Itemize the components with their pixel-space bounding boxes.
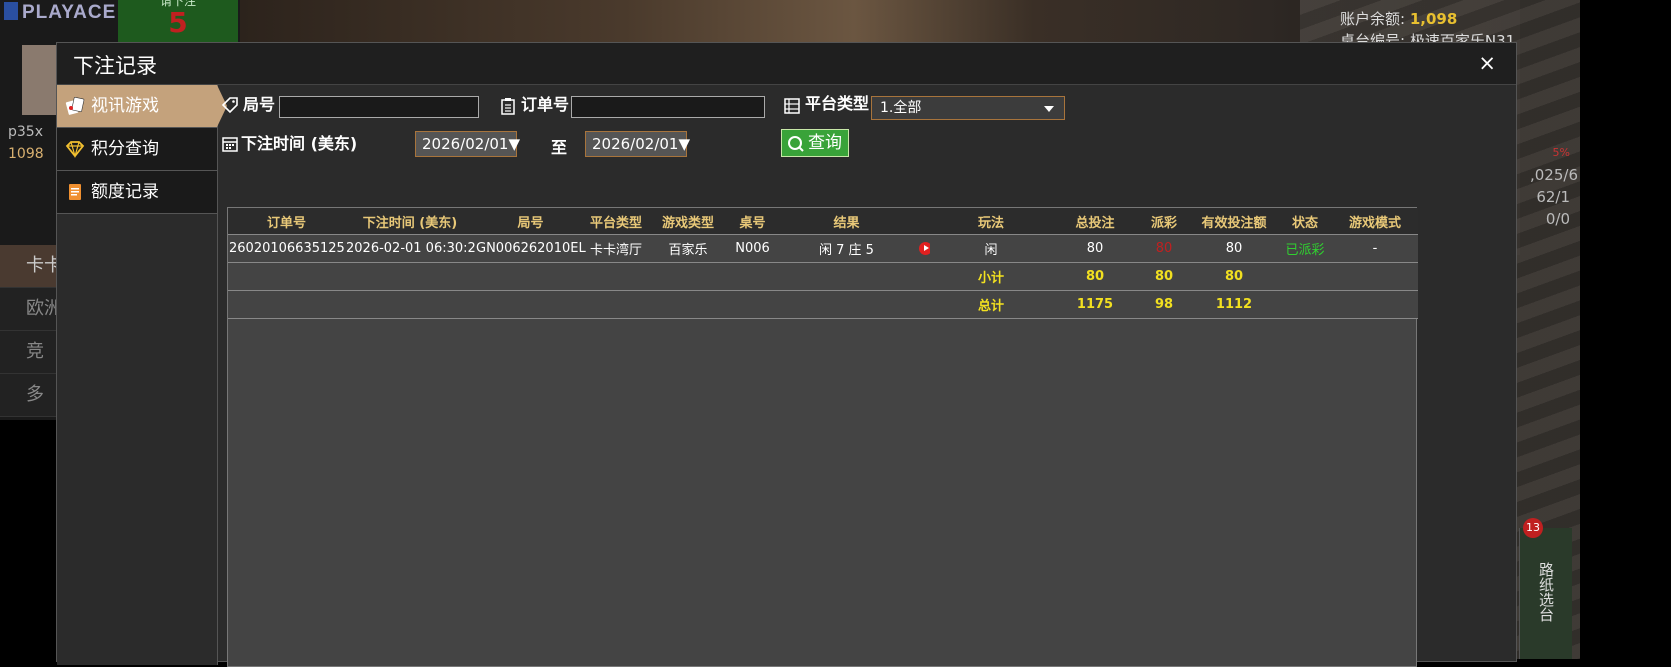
round-label: 局号 bbox=[243, 95, 276, 114]
column-header: 玩法 bbox=[930, 208, 1052, 235]
balance-label: 账户余额: bbox=[1340, 10, 1406, 28]
platform-label: 平台类型 bbox=[805, 94, 870, 113]
to-label: 至 bbox=[551, 138, 568, 157]
subtotal-total-bet: 80 bbox=[1052, 262, 1138, 291]
order-input[interactable] bbox=[571, 96, 765, 118]
order-cell: 260201066351256 bbox=[228, 234, 345, 263]
logo: PLAYACE bbox=[4, 2, 116, 24]
cards-icon bbox=[65, 96, 85, 115]
status-cell: 已派彩 bbox=[1278, 234, 1332, 263]
clipboard-icon bbox=[501, 98, 515, 115]
column-header: 游戏模式 bbox=[1332, 208, 1418, 235]
username: p35x bbox=[8, 124, 43, 140]
modal-sidebar: 视讯游戏 积分查询 额度记录 bbox=[57, 85, 227, 665]
column-header: 局号 bbox=[475, 208, 586, 235]
close-icon[interactable]: × bbox=[1478, 51, 1496, 75]
sidebar-item-label: 积分查询 bbox=[91, 139, 159, 159]
modal-header: 下注记录 × bbox=[57, 43, 1516, 85]
column-header: 有效投注额 bbox=[1190, 208, 1278, 235]
total-valid-bet: 1112 bbox=[1190, 290, 1278, 319]
roadmap-tab-label: 路纸选台 bbox=[1537, 562, 1555, 622]
round-input[interactable] bbox=[279, 96, 479, 118]
column-header bbox=[918, 208, 930, 235]
column-header: 下注时间 (美东) bbox=[345, 208, 475, 235]
total-label: 总计 bbox=[930, 290, 1052, 319]
avatar bbox=[22, 45, 58, 115]
diamond-icon bbox=[65, 141, 85, 159]
table-no-cell: N006 bbox=[730, 234, 775, 263]
payout-cell: 80 bbox=[1138, 234, 1190, 263]
table-row: 260201066351256 2026-02-01 06:30:29 GN00… bbox=[228, 234, 1418, 263]
subtotal-label: 小计 bbox=[930, 262, 1052, 291]
stats-column: 5% ,025/6 62/1 0/0 bbox=[1530, 142, 1578, 230]
query-button-label: 查询 bbox=[808, 133, 842, 153]
total-bet-cell: 80 bbox=[1052, 234, 1138, 263]
stat-value: 62/1 bbox=[1536, 188, 1570, 206]
modal-title: 下注记录 bbox=[73, 54, 157, 78]
bet-record-table: 订单号 下注时间 (美东) 局号 平台类型 游戏类型 桌号 结果 玩法 总投注 … bbox=[227, 207, 1418, 667]
balance-value: 1,098 bbox=[1409, 10, 1458, 28]
subtotal-valid-bet: 80 bbox=[1190, 262, 1278, 291]
result-cell: 闲 7 庄 5 bbox=[775, 234, 918, 263]
platform-select-value: 1.全部 bbox=[880, 100, 922, 116]
total-payout: 98 bbox=[1138, 290, 1190, 319]
game-cell: 百家乐 bbox=[646, 234, 730, 263]
roadmap-tab[interactable]: 路纸选台 bbox=[1519, 528, 1572, 659]
round-cell: GN006262010EL bbox=[475, 234, 586, 263]
bet-countdown: 请下注 5 bbox=[118, 0, 238, 42]
column-header: 桌号 bbox=[730, 208, 775, 235]
sidebar-item-label: 视讯游戏 bbox=[91, 96, 159, 116]
column-header: 派彩 bbox=[1138, 208, 1190, 235]
logo-mark-icon bbox=[4, 2, 18, 20]
user-balance: 1098 bbox=[8, 146, 44, 162]
bet-time-label: 下注时间 (美东) bbox=[241, 134, 358, 153]
tag-icon bbox=[221, 97, 238, 114]
chevron-down-icon bbox=[1044, 106, 1054, 112]
sidebar-item-points[interactable]: 积分查询 bbox=[57, 128, 217, 171]
column-header: 订单号 bbox=[228, 208, 345, 235]
date-from-picker[interactable]: 2026/02/01▼ bbox=[415, 131, 520, 157]
notification-badge: 13 bbox=[1523, 518, 1543, 538]
modal-content: 局号 订单号 平台类型 1.全部 下注时间 (美东) 2026/02/01▼ 至… bbox=[221, 85, 1517, 667]
stat-value: 0/0 bbox=[1545, 210, 1570, 228]
column-header: 总投注 bbox=[1052, 208, 1138, 235]
valid-bet-cell: 80 bbox=[1190, 234, 1278, 263]
subtotal-payout: 80 bbox=[1138, 262, 1190, 291]
replay-cell bbox=[918, 234, 930, 263]
column-header: 结果 bbox=[775, 208, 918, 235]
date-to-picker[interactable]: 2026/02/01▼ bbox=[585, 131, 690, 157]
order-label: 订单号 bbox=[521, 95, 570, 114]
sidebar-item-live-games[interactable]: 视讯游戏 bbox=[57, 85, 227, 128]
bet-record-modal: 下注记录 × 视讯游戏 积分查询 额度记录 局号 订单号 平台类型 1.全部 下… bbox=[56, 42, 1517, 667]
platform-select[interactable]: 1.全部 bbox=[871, 96, 1065, 120]
search-icon bbox=[788, 136, 804, 152]
calendar-icon bbox=[222, 137, 238, 152]
sidebar-item-label: 额度记录 bbox=[91, 182, 159, 202]
document-icon bbox=[69, 184, 81, 200]
platform-cell: 卡卡湾厅 bbox=[586, 234, 646, 263]
mode-cell: - bbox=[1332, 234, 1418, 263]
column-header: 游戏类型 bbox=[646, 208, 730, 235]
stat-value: ,025/6 bbox=[1530, 166, 1578, 184]
column-header: 状态 bbox=[1278, 208, 1332, 235]
list-icon bbox=[784, 98, 800, 114]
time-cell: 2026-02-01 06:30:29 bbox=[345, 234, 475, 263]
total-row: 总计 1175 98 1112 bbox=[228, 290, 1418, 319]
play-video-icon[interactable] bbox=[919, 242, 930, 255]
table-header-row: 订单号 下注时间 (美东) 局号 平台类型 游戏类型 桌号 结果 玩法 总投注 … bbox=[228, 208, 1418, 235]
query-button[interactable]: 查询 bbox=[781, 129, 849, 157]
subtotal-row: 小计 80 80 80 bbox=[228, 262, 1418, 291]
stat-value: 5% bbox=[1552, 146, 1570, 159]
total-total-bet: 1175 bbox=[1052, 290, 1138, 319]
sidebar-item-credit[interactable]: 额度记录 bbox=[57, 171, 217, 214]
bet-count: 5 bbox=[168, 6, 188, 39]
play-cell: 闲 bbox=[930, 234, 1052, 263]
column-header: 平台类型 bbox=[586, 208, 646, 235]
